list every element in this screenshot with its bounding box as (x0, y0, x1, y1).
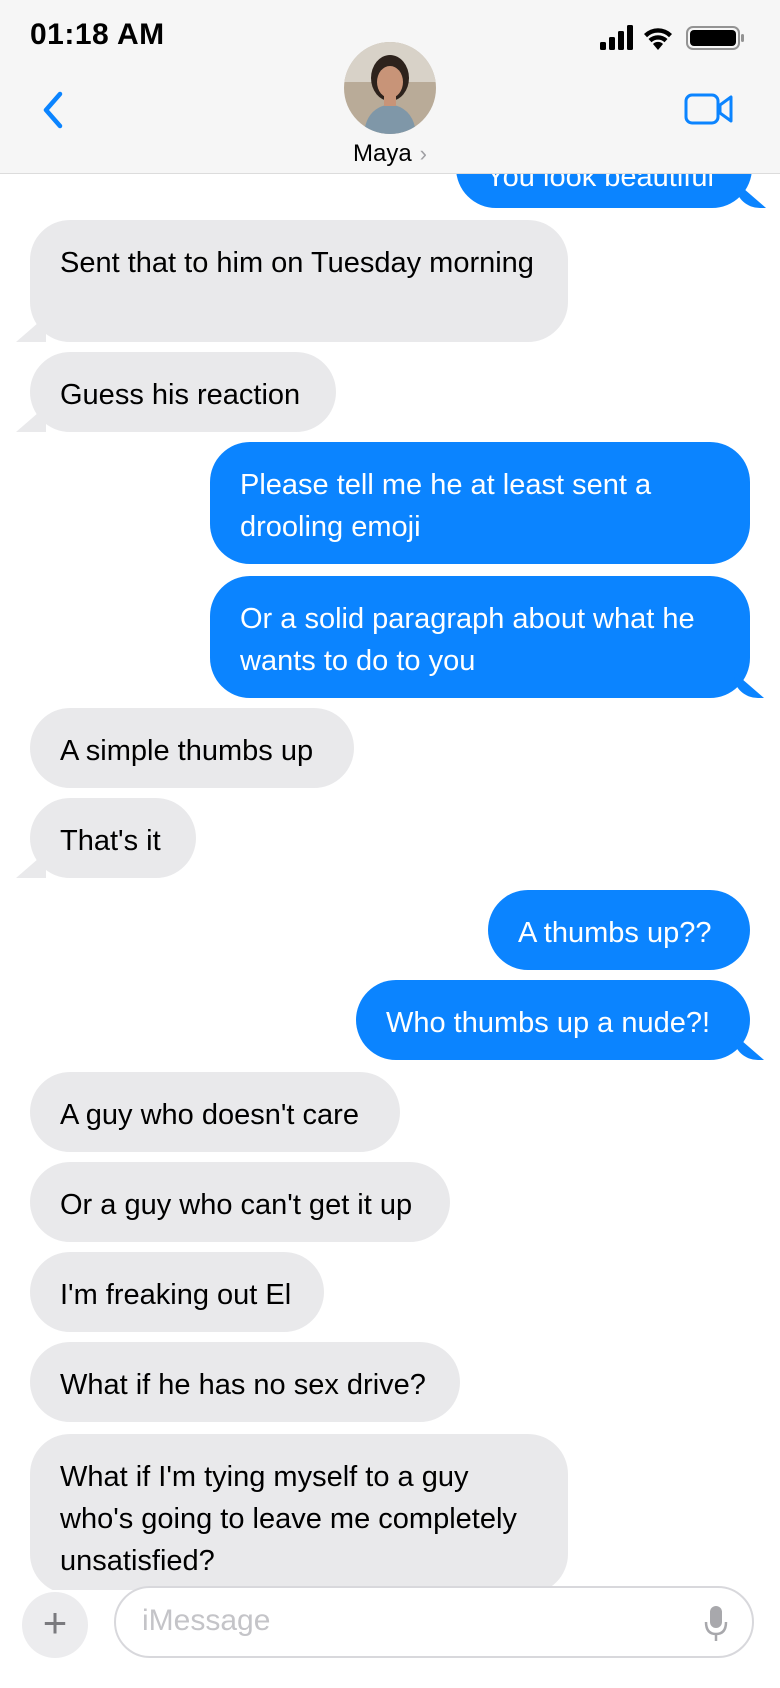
contact-avatar[interactable] (344, 42, 436, 134)
message-text: Or a solid paragraph about what he wants… (240, 603, 695, 677)
message-text: Please tell me he at least sent a drooli… (240, 469, 652, 543)
message-text: Or a guy who can't get it up (60, 1189, 413, 1221)
message-bubble-received[interactable]: Sent that to him on Tuesday morning (30, 220, 568, 342)
message-input[interactable]: iMessage (114, 1586, 754, 1658)
message-text: A thumbs up?? (518, 917, 712, 949)
message-bubble-sent[interactable]: Who thumbs up a nude?! (356, 980, 750, 1060)
video-call-button[interactable] (684, 92, 734, 126)
message-bubble-sent[interactable]: Please tell me he at least sent a drooli… (210, 442, 750, 564)
cellular-signal-icon (600, 25, 633, 50)
video-camera-icon (684, 93, 733, 125)
back-button[interactable] (36, 88, 76, 132)
message-text: That's it (60, 825, 161, 857)
message-bubble-sent[interactable]: A thumbs up?? (488, 890, 750, 970)
message-text: Guess his reaction (60, 379, 301, 411)
message-text: What if he has no sex drive? (60, 1369, 426, 1401)
chevron-left-icon (43, 91, 63, 129)
wifi-icon (644, 28, 672, 50)
message-text: Sent that to him on Tuesday morning (60, 247, 534, 279)
contact-name-row[interactable]: Maya › (0, 140, 780, 168)
message-thread[interactable]: You look beautiful Sent that to him on T… (0, 0, 780, 1590)
message-bubble-received[interactable]: Or a guy who can't get it up (30, 1162, 450, 1242)
message-bubble-received[interactable]: That's it (30, 798, 196, 878)
message-text: Who thumbs up a nude?! (386, 1007, 711, 1039)
plus-icon: + (42, 1599, 68, 1646)
message-text: A guy who doesn't care (60, 1099, 359, 1131)
message-bubble-received[interactable]: I'm freaking out El (30, 1252, 324, 1332)
message-bubble-received[interactable]: A guy who doesn't care (30, 1072, 400, 1152)
status-bar-icons (600, 25, 744, 50)
avatar-photo (344, 42, 436, 134)
apps-plus-button[interactable]: + (22, 1592, 88, 1658)
conversation-header: 01:18 AM Maya › (0, 0, 780, 174)
microphone-icon[interactable] (704, 1604, 728, 1644)
message-text: A simple thumbs up (60, 735, 314, 767)
contact-name: Maya (352, 140, 412, 167)
message-bubble-received[interactable]: Guess his reaction (30, 352, 336, 432)
message-text: What if I'm tying myself to a guy who's … (60, 1461, 517, 1577)
message-bubble-sent[interactable]: Or a solid paragraph about what he wants… (210, 576, 750, 698)
status-time: 01:18 AM (30, 18, 165, 51)
message-bubble-received[interactable]: What if he has no sex drive? (30, 1342, 460, 1422)
battery-icon (686, 26, 744, 50)
chevron-right-icon: › (419, 141, 427, 166)
message-bubble-received[interactable]: A simple thumbs up (30, 708, 354, 788)
message-input-placeholder: iMessage (142, 1604, 271, 1637)
message-bubble-received[interactable]: What if I'm tying myself to a guy who's … (30, 1434, 568, 1590)
status-icons (600, 22, 750, 52)
message-text: I'm freaking out El (60, 1279, 292, 1311)
